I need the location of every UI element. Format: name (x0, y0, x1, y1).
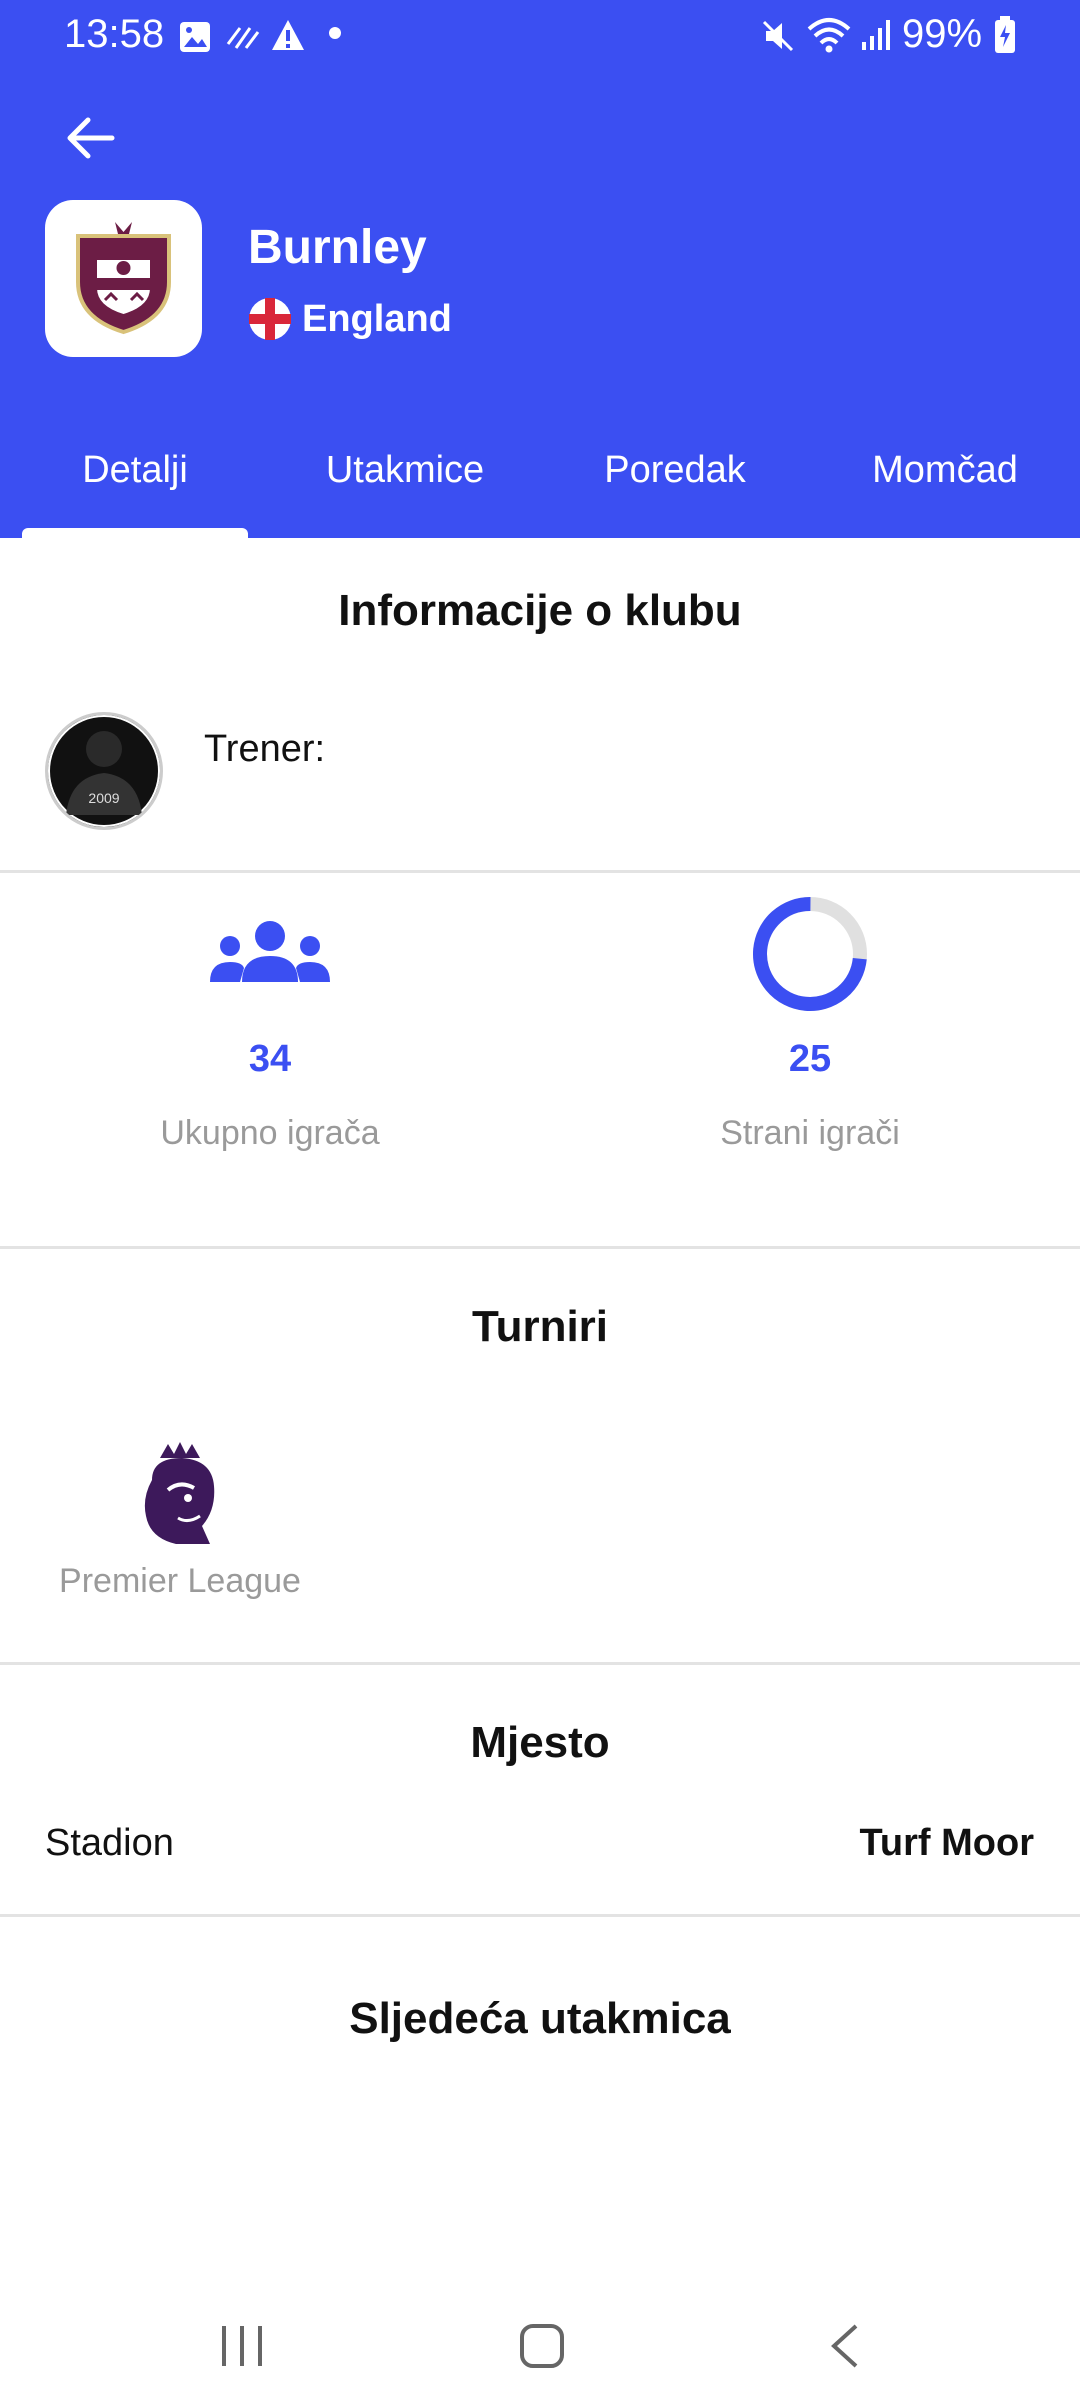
signal-icon (862, 20, 890, 50)
home-icon[interactable] (518, 2322, 566, 2370)
burnley-crest-icon (76, 222, 171, 335)
tab-matches[interactable]: Utakmice (270, 430, 540, 538)
england-flag-icon (249, 298, 291, 340)
back-nav-icon[interactable] (828, 2322, 862, 2370)
divider (0, 1662, 1080, 1665)
tournament-name[interactable]: Premier League (40, 1562, 320, 1601)
country-name: England (302, 297, 452, 340)
foreign-players-label: Strani igrači (720, 1114, 900, 1152)
divider (0, 870, 1080, 873)
premier-league-lion-icon[interactable] (130, 1440, 230, 1546)
status-bar: 13:58 99% (0, 0, 1080, 70)
mute-icon (762, 20, 794, 52)
foreign-players-value: 25 (788, 1038, 832, 1080)
wifi-icon (807, 18, 851, 53)
battery-charging-icon (995, 16, 1015, 53)
coach-avatar: 2009 (45, 712, 163, 830)
tab-details[interactable]: Detalji (0, 430, 270, 538)
coach-photo-icon: 2009 (48, 715, 160, 827)
club-country: England (248, 294, 452, 344)
stadium-label: Stadion (45, 1822, 174, 1864)
sync-icon (226, 27, 260, 49)
total-players-label: Ukupno igrača (160, 1114, 380, 1152)
club-logo (45, 200, 202, 357)
total-players-value: 34 (248, 1038, 292, 1080)
status-time: 13:58 (64, 12, 165, 56)
dot-icon (329, 27, 341, 39)
stadium-value: Turf Moor (859, 1822, 1034, 1864)
tournaments-title: Turniri (471, 1302, 609, 1351)
place-title: Mjesto (470, 1718, 610, 1767)
active-tab-indicator (22, 528, 248, 538)
battery-percent: 99% (902, 12, 983, 56)
warning-icon (272, 20, 304, 50)
avatar-number: 2009 (88, 790, 119, 806)
club-header: 13:58 99% Burnley England Detalji Utakmi… (0, 0, 1080, 538)
back-arrow-icon[interactable] (62, 108, 122, 168)
recent-apps-icon[interactable] (218, 2324, 268, 2368)
image-icon (180, 22, 210, 52)
divider (0, 1914, 1080, 1917)
next-match-title: Sljedeća utakmica (349, 1994, 731, 2043)
players-group-icon (210, 921, 330, 982)
tab-bar: Detalji Utakmice Poredak Momčad (0, 430, 1080, 538)
club-info-title: Informacije o klubu (338, 586, 742, 635)
tab-squad[interactable]: Momčad (810, 430, 1080, 538)
club-name: Burnley (248, 221, 427, 274)
system-nav-bar (0, 2290, 1080, 2408)
foreign-players-ring-icon (753, 897, 867, 1011)
divider (0, 1246, 1080, 1249)
coach-label: Trener: (204, 728, 326, 770)
tab-standings[interactable]: Poredak (540, 430, 810, 538)
